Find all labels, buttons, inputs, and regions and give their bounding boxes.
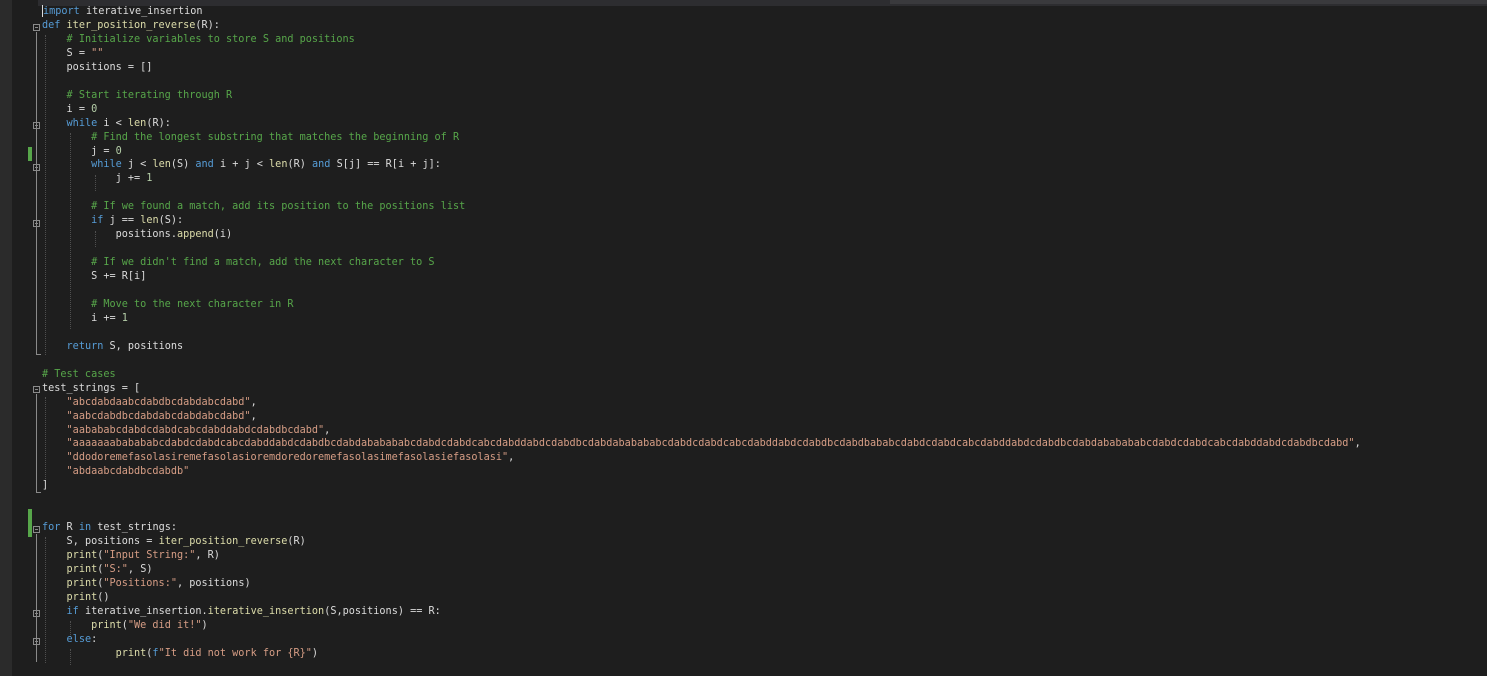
code-line[interactable]: for R in test_strings: — [42, 521, 177, 535]
code-line[interactable]: "aabababcdabdcdabdcabcdabddabdcdabdbcdab… — [42, 424, 331, 438]
code-line[interactable]: "abdaabcdabdbcdabdb" — [42, 465, 190, 479]
fold-guide-end — [36, 354, 41, 355]
fold-guide-end — [36, 492, 41, 493]
code-line[interactable]: "abcdabdaabcdabdbcdabdabcdabd", — [42, 396, 257, 410]
tab-edge — [890, 0, 1487, 4]
code-line[interactable]: else: — [42, 633, 98, 647]
code-line[interactable]: S, positions = iter_position_reverse(R) — [42, 535, 306, 549]
code-line[interactable]: if iterative_insertion.iterative_inserti… — [42, 605, 441, 619]
code-line[interactable]: S = "" — [42, 47, 104, 61]
code-line[interactable]: print("We did it!") — [42, 619, 208, 633]
code-line[interactable]: "ddodoremefasolasiremefasolasioremdoredo… — [42, 451, 515, 465]
code-line[interactable]: # If we didn't find a match, add the nex… — [42, 256, 434, 270]
code-line[interactable]: i = 0 — [42, 103, 98, 117]
code-line[interactable]: if j == len(S): — [42, 214, 183, 228]
fold-guide-line — [36, 394, 37, 492]
code-line[interactable]: while j < len(S) and i + j < len(R) and … — [42, 158, 441, 172]
code-line[interactable]: ] — [42, 479, 48, 493]
code-line[interactable]: def iter_position_reverse(R): — [42, 19, 220, 33]
change-marker — [28, 147, 32, 161]
fold-toggle-icon[interactable] — [33, 526, 40, 533]
code-line[interactable]: print() — [42, 591, 110, 605]
code-line[interactable]: return S, positions — [42, 340, 184, 354]
fold-guide-line — [36, 32, 37, 354]
fold-toggle-icon[interactable] — [33, 220, 40, 227]
code-editor[interactable]: import iterative_insertion def iter_posit… — [0, 0, 1487, 676]
code-line[interactable]: # Test cases — [42, 368, 116, 382]
fold-toggle-icon[interactable] — [33, 122, 40, 129]
code-line[interactable]: # If we found a match, add its position … — [42, 200, 465, 214]
code-line[interactable]: print("S:", S) — [42, 563, 153, 577]
code-line[interactable]: print("Input String:", R) — [42, 549, 220, 563]
code-line[interactable]: j = 0 — [42, 145, 122, 159]
editor-gutter — [12, 0, 38, 676]
code-line[interactable]: positions = [] — [42, 61, 153, 75]
left-margin-bar — [0, 0, 12, 676]
code-line[interactable]: S += R[i] — [42, 270, 146, 284]
tab-strip — [0, 0, 1487, 6]
code-line[interactable]: i += 1 — [42, 312, 128, 326]
fold-toggle-icon[interactable] — [33, 164, 40, 171]
code-line[interactable]: # Initialize variables to store S and po… — [42, 33, 355, 47]
fold-toggle-icon[interactable] — [33, 386, 40, 393]
code-line[interactable]: while i < len(R): — [42, 117, 171, 131]
fold-toggle-icon[interactable] — [33, 638, 40, 645]
fold-toggle-icon[interactable] — [33, 24, 40, 31]
code-line[interactable]: print(f"It did not work for {R}") — [42, 647, 318, 661]
code-line[interactable]: # Find the longest substring that matche… — [42, 131, 459, 145]
code-line[interactable]: print("Positions:", positions) — [42, 577, 251, 591]
code-line[interactable]: positions.append(i) — [42, 228, 233, 242]
fold-toggle-icon[interactable] — [33, 610, 40, 617]
code-line[interactable]: "aaaaaaababababcdabdcdabdcabcdabddabdcda… — [42, 437, 1361, 451]
change-marker — [28, 509, 32, 537]
code-line[interactable]: # Move to the next character in R — [42, 298, 293, 312]
code-line[interactable]: "aabcdabdbcdabdabcdabdabcdabd", — [42, 410, 257, 424]
code-line[interactable]: import iterative_insertion — [42, 5, 203, 19]
code-line[interactable]: # Start iterating through R — [42, 89, 233, 103]
code-line[interactable]: test_strings = [ — [42, 382, 140, 396]
code-line[interactable]: j += 1 — [42, 172, 153, 186]
